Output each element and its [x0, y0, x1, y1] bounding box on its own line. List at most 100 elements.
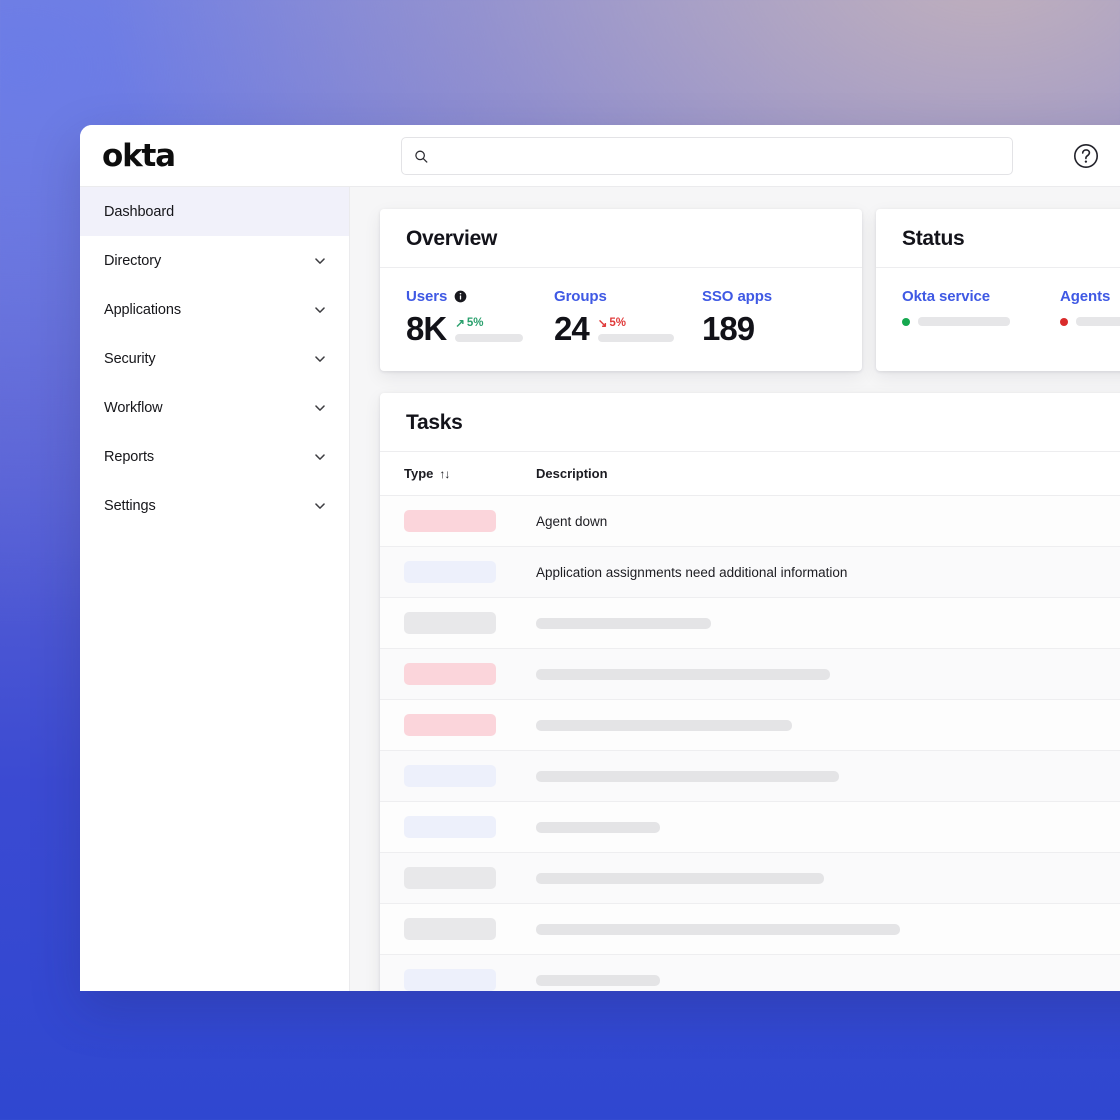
sidebar-item-label: Applications — [104, 301, 181, 318]
description-placeholder — [536, 821, 660, 833]
metric-sso-apps-link[interactable]: SSO apps — [702, 288, 772, 305]
description-placeholder — [536, 872, 824, 884]
metric-users-link[interactable]: Users — [406, 288, 554, 305]
info-icon[interactable] — [454, 290, 467, 303]
search-bar[interactable] — [401, 137, 1013, 175]
status-card: Status Okta service Agents — [876, 209, 1120, 371]
table-row[interactable] — [380, 955, 1120, 991]
chevron-down-icon — [315, 257, 325, 264]
status-bar-placeholder — [918, 317, 1010, 326]
table-row[interactable] — [380, 598, 1120, 649]
status-service-link[interactable]: Okta service — [902, 288, 1060, 305]
trend-down-arrow-icon: ↘ — [597, 318, 608, 330]
metric-label: SSO apps — [702, 288, 773, 305]
column-header-type[interactable]: Type ↑↓ — [380, 466, 536, 481]
search-input[interactable] — [437, 148, 1000, 164]
sparkline-placeholder — [455, 334, 524, 342]
sidebar-item-label: Security — [104, 350, 156, 367]
metric-groups-link[interactable]: Groups — [554, 288, 702, 305]
chevron-down-icon — [315, 355, 325, 362]
overview-metrics: Users 8K ↗ 5% Groups 24 ↘ 5% SSO apps 18… — [380, 268, 862, 371]
cell-description — [536, 923, 1120, 935]
metric-groups-trend: ↘ 5% — [597, 316, 674, 345]
cell-type — [380, 765, 536, 787]
chevron-down-icon — [315, 502, 325, 509]
cell-type — [380, 918, 536, 940]
type-badge — [404, 867, 496, 889]
type-badge — [404, 612, 496, 634]
sparkline-placeholder — [597, 334, 674, 342]
metric-label: Groups — [554, 288, 607, 305]
cell-type — [380, 969, 536, 991]
status-ok-dot-icon — [902, 317, 910, 326]
chevron-down-icon — [315, 404, 325, 411]
sidebar-item-label: Directory — [104, 252, 162, 269]
metric-users-body: 8K ↗ 5% — [406, 312, 554, 345]
sort-arrows-icon[interactable]: ↑↓ — [439, 467, 450, 481]
trend-value: 5% — [609, 317, 626, 329]
sidebar-item-settings[interactable]: Settings — [80, 481, 349, 530]
cell-type — [380, 867, 536, 889]
table-row[interactable] — [380, 700, 1120, 751]
tasks-table-header: Type ↑↓ Description — [380, 452, 1120, 496]
cell-description — [536, 719, 1120, 731]
table-row[interactable] — [380, 904, 1120, 955]
table-row[interactable]: Application assignments need additional … — [380, 547, 1120, 598]
sidebar-item-label: Reports — [104, 448, 155, 465]
cell-description — [536, 974, 1120, 986]
status-error-dot-icon — [1060, 317, 1068, 326]
description-placeholder — [536, 974, 660, 986]
cell-type — [380, 663, 536, 685]
table-row[interactable] — [380, 802, 1120, 853]
column-header-description[interactable]: Description — [536, 466, 1120, 481]
metric-groups: Groups 24 ↘ 5% — [554, 288, 702, 345]
sidebar-item-security[interactable]: Security — [80, 334, 349, 383]
cell-description — [536, 821, 1120, 833]
table-row[interactable]: Agent down — [380, 496, 1120, 547]
sidebar-item-label: Dashboard — [104, 203, 175, 220]
sidebar-item-dashboard[interactable]: Dashboard — [80, 187, 349, 236]
description-placeholder — [536, 617, 711, 629]
chevron-down-icon — [315, 306, 325, 313]
metric-sso-apps: SSO apps 189 — [702, 288, 772, 345]
cell-type — [380, 510, 536, 532]
status-bar-placeholder — [1076, 317, 1120, 326]
cell-type — [380, 561, 536, 583]
table-row[interactable] — [380, 649, 1120, 700]
sidebar: Dashboard Directory Applications Securit… — [80, 187, 350, 991]
top-bar: okta — [80, 125, 1120, 187]
overview-card-title: Overview — [380, 209, 862, 268]
okta-admin-window: okta Dashboard Directory Applications Se… — [80, 125, 1120, 991]
sidebar-item-label: Settings — [104, 497, 156, 514]
status-service-link[interactable]: Agents — [1060, 288, 1120, 305]
table-row[interactable] — [380, 853, 1120, 904]
trend-up-indicator: ↗ 5% — [455, 316, 523, 330]
tasks-table-body: Agent down Application assignments need a… — [380, 496, 1120, 991]
column-header-label: Description — [536, 466, 608, 481]
description-placeholder — [536, 668, 830, 680]
sidebar-item-reports[interactable]: Reports — [80, 432, 349, 481]
type-badge — [404, 510, 496, 532]
sidebar-item-workflow[interactable]: Workflow — [80, 383, 349, 432]
status-service-row — [1060, 317, 1120, 326]
type-badge — [404, 918, 496, 940]
help-button[interactable] — [1072, 142, 1100, 170]
cell-description — [536, 872, 1120, 884]
metric-value: 24 — [554, 310, 590, 347]
status-service-row — [902, 317, 1060, 326]
metric-value: 8K — [406, 310, 447, 347]
description-placeholder — [536, 923, 900, 935]
cell-description — [536, 770, 1120, 782]
sidebar-item-applications[interactable]: Applications — [80, 285, 349, 334]
okta-logo[interactable]: okta — [102, 138, 176, 174]
cell-type — [380, 816, 536, 838]
status-card-title: Status — [876, 209, 1120, 268]
main-content: Overview Users 8K ↗ 5% Groups 24 ↘ 5% SS… — [350, 187, 1120, 991]
type-badge — [404, 663, 496, 685]
type-badge — [404, 561, 496, 583]
table-row[interactable] — [380, 751, 1120, 802]
sidebar-item-directory[interactable]: Directory — [80, 236, 349, 285]
metric-sso-apps-body: 189 — [702, 312, 772, 345]
metric-label: Users — [406, 288, 448, 305]
status-okta-service: Okta service — [902, 288, 1060, 326]
